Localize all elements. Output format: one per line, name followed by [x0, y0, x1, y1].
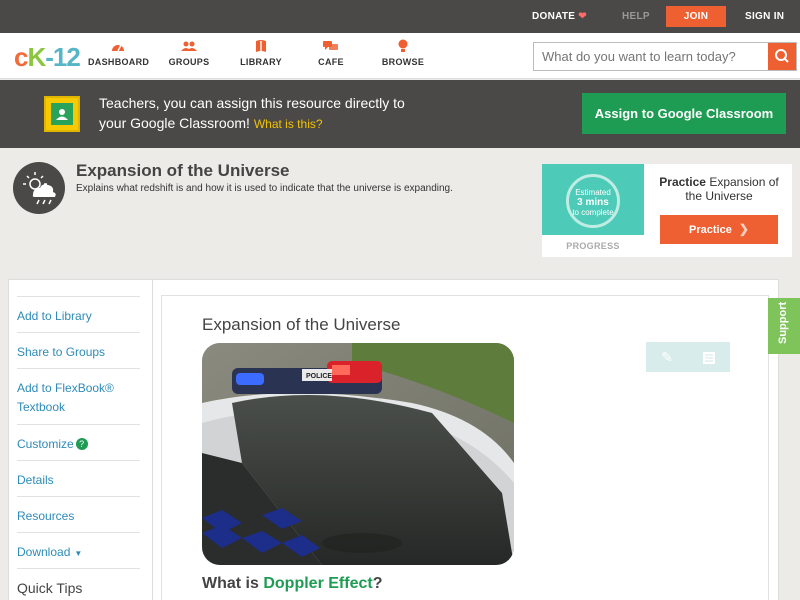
- support-tab[interactable]: Support: [768, 298, 800, 354]
- sign-in-link[interactable]: SIGN IN: [745, 0, 784, 33]
- page-title: Expansion of the Universe: [76, 161, 290, 180]
- pencil-icon[interactable]: ✎: [646, 342, 688, 372]
- sidebar-add-to-library[interactable]: Add to Library: [17, 296, 140, 332]
- browse-icon: [380, 39, 426, 57]
- top-bar: DONATE ❤ HELP JOIN SIGN IN: [0, 0, 800, 33]
- sidebar-quick-tips: Quick Tips: [17, 568, 140, 600]
- chevron-right-icon: ❯: [738, 222, 749, 236]
- weather-cloud-icon: [13, 162, 65, 214]
- estimated-time-badge: Estimated 3 mins to complete: [566, 174, 620, 228]
- practice-button[interactable]: Practice ❯: [660, 215, 778, 244]
- help-link[interactable]: HELP: [622, 0, 650, 33]
- search-input[interactable]: [534, 43, 768, 70]
- what-is-this-link[interactable]: What is this?: [254, 117, 323, 131]
- nav-cafe[interactable]: CAFE: [314, 39, 348, 75]
- google-classroom-icon: [44, 96, 80, 132]
- svg-text:POLICE: POLICE: [306, 373, 332, 380]
- groups-icon: [166, 39, 212, 57]
- search-icon: [775, 49, 789, 63]
- sidebar-resources[interactable]: Resources: [17, 496, 140, 532]
- notes-icon[interactable]: [688, 342, 730, 372]
- police-car-image: POLICE: [202, 343, 514, 565]
- sidebar-share-to-groups[interactable]: Share to Groups: [17, 332, 140, 368]
- ck12-logo[interactable]: cK-12: [14, 42, 81, 73]
- nav-library[interactable]: LIBRARY: [238, 39, 284, 75]
- page-description: Explains what redshift is and how it is …: [76, 183, 453, 194]
- google-classroom-banner: Teachers, you can assign this resource d…: [0, 80, 800, 148]
- nav-dashboard[interactable]: DASHBOARD: [88, 39, 149, 75]
- progress-label: PROGRESS: [566, 241, 620, 251]
- donate-link[interactable]: DONATE ❤: [532, 0, 587, 33]
- sidebar: Add to Library Share to Groups Add to Fl…: [9, 280, 153, 600]
- cafe-icon: [314, 39, 348, 57]
- library-icon: [238, 39, 284, 57]
- caret-down-icon: ▼: [74, 549, 83, 558]
- nav-browse[interactable]: BROWSE: [380, 39, 426, 75]
- sidebar-download[interactable]: Download ▼: [17, 532, 140, 568]
- dashboard-icon: [88, 39, 148, 57]
- help-icon[interactable]: ?: [75, 438, 88, 450]
- article-title: Expansion of the Universe: [202, 315, 401, 334]
- sidebar-add-to-flexbook[interactable]: Add to FlexBook® Textbook: [17, 368, 140, 424]
- join-button[interactable]: JOIN: [666, 6, 726, 27]
- article-tools: ✎: [646, 342, 730, 372]
- sidebar-details[interactable]: Details: [17, 460, 140, 496]
- practice-card: Estimated 3 mins to complete PROGRESS Pr…: [542, 164, 792, 257]
- section-heading: What is Doppler Effect?: [202, 575, 383, 592]
- heart-icon: ❤: [578, 11, 587, 22]
- practice-thumbnail: Estimated 3 mins to complete: [542, 164, 644, 235]
- nav-groups[interactable]: GROUPS: [166, 39, 212, 75]
- assign-to-google-classroom-button[interactable]: Assign to Google Classroom: [582, 93, 786, 134]
- search-box: [533, 42, 797, 71]
- doppler-effect-link[interactable]: Doppler Effect: [263, 575, 372, 592]
- sidebar-customize[interactable]: Customize?: [17, 424, 140, 460]
- practice-title: Practice Expansion of the Universe: [659, 175, 779, 203]
- main-nav: cK-12 DASHBOARD GROUPS LIBRARY CAFE BROW…: [0, 33, 800, 79]
- classroom-message: Teachers, you can assign this resource d…: [99, 95, 405, 131]
- search-button[interactable]: [768, 43, 796, 70]
